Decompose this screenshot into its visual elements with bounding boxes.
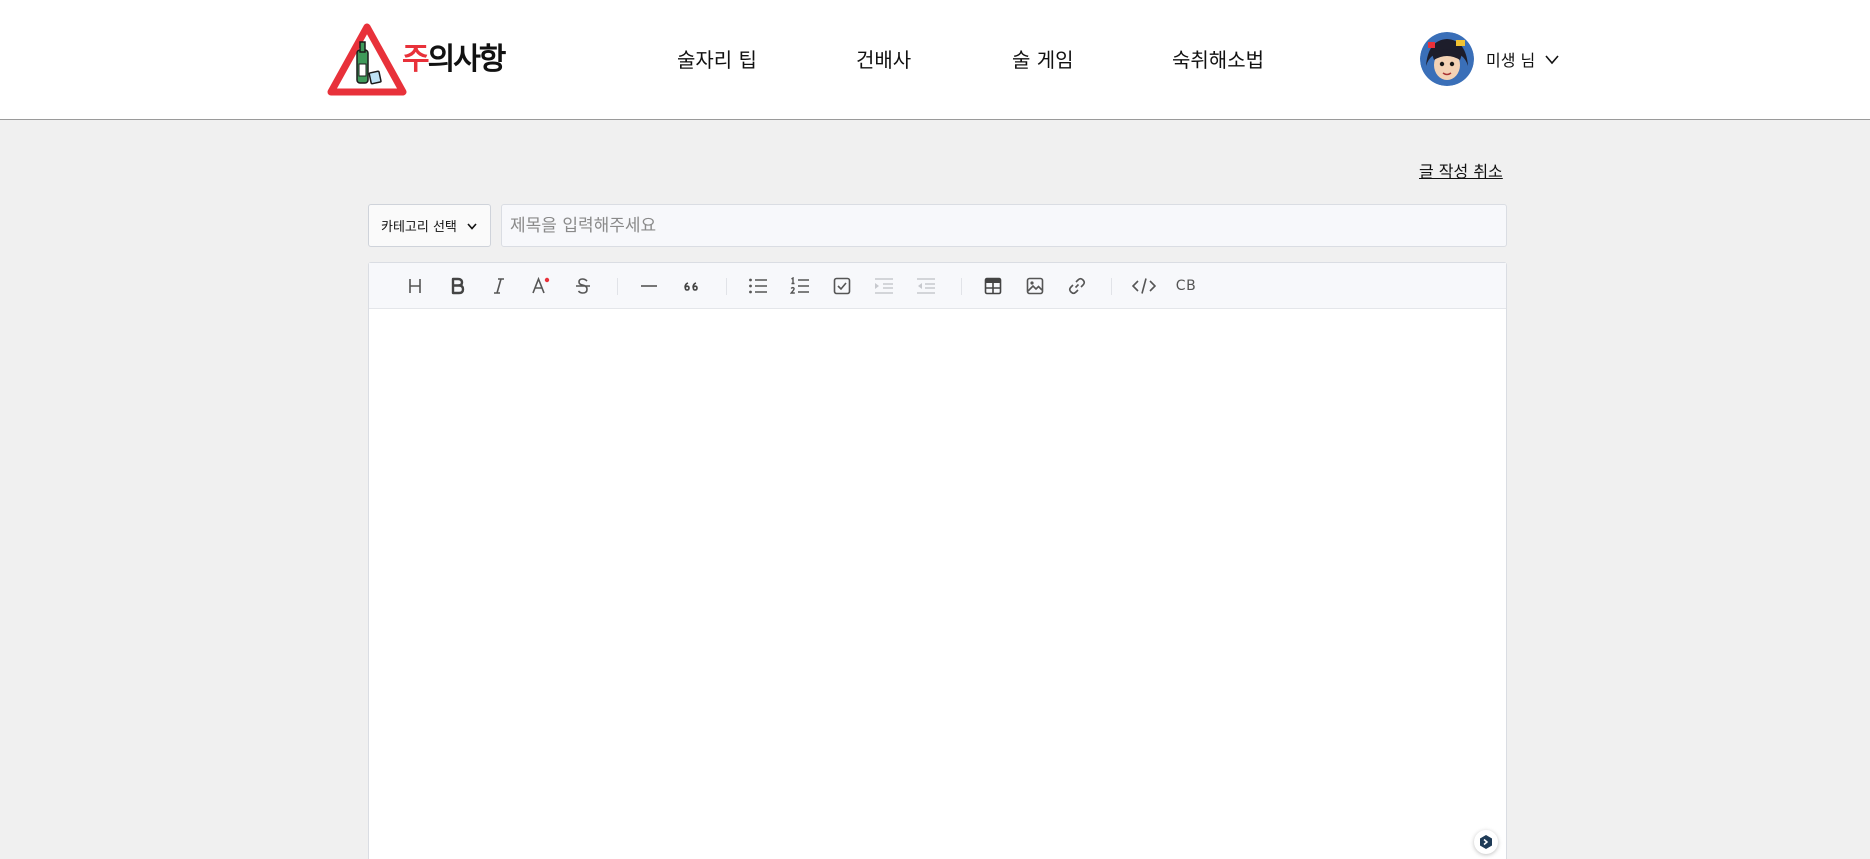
- bold-icon[interactable]: [443, 272, 471, 300]
- toolbar-divider: [961, 278, 962, 295]
- cancel-writing-link[interactable]: 글 작성 취소: [1419, 158, 1503, 182]
- hexagon-arrow-icon: [1480, 835, 1492, 849]
- category-select[interactable]: 카테고리 선택: [368, 204, 491, 247]
- ordered-list-icon[interactable]: [786, 272, 814, 300]
- site-header: 주의사항 술자리 팁 건배사 술 게임 숙취해소법 미생 님: [0, 0, 1870, 120]
- heading-icon[interactable]: [401, 272, 429, 300]
- table-icon[interactable]: [979, 272, 1007, 300]
- nav-drinking-tips[interactable]: 술자리 팁: [677, 44, 757, 73]
- logo-wordmark: 주의사항: [402, 42, 506, 77]
- user-menu[interactable]: 미생 님: [1420, 32, 1559, 86]
- markdown-editor: CB: [368, 262, 1507, 859]
- editor-toolbar: CB: [369, 263, 1506, 309]
- chevron-down-icon: [1545, 55, 1559, 65]
- site-logo[interactable]: 주의사항: [326, 22, 516, 98]
- nav-hangover-cures[interactable]: 숙취해소법: [1172, 44, 1264, 73]
- task-list-icon[interactable]: [828, 272, 856, 300]
- warning-bottle-logo-icon: [327, 23, 407, 96]
- toolbar-divider: [726, 278, 727, 295]
- link-icon[interactable]: [1063, 272, 1091, 300]
- user-name: 미생 님: [1486, 51, 1536, 70]
- strikethrough-icon[interactable]: [569, 272, 597, 300]
- chevron-down-icon: [467, 222, 477, 230]
- nav-drinking-games[interactable]: 술 게임: [1012, 44, 1074, 73]
- codeblock-button[interactable]: CB: [1172, 272, 1200, 300]
- quote-icon[interactable]: [677, 272, 705, 300]
- toolbar-divider: [617, 278, 618, 295]
- assistant-floating-button[interactable]: [1474, 830, 1498, 854]
- bullet-list-icon[interactable]: [744, 272, 772, 300]
- category-select-value: 카테고리 선택: [381, 220, 457, 235]
- editor-content-area[interactable]: [369, 310, 1506, 859]
- title-input[interactable]: [501, 204, 1507, 247]
- italic-icon[interactable]: [485, 272, 513, 300]
- avatar: [1420, 32, 1474, 86]
- image-icon[interactable]: [1021, 272, 1049, 300]
- text-color-icon[interactable]: [527, 272, 555, 300]
- indent-icon[interactable]: [870, 272, 898, 300]
- nav-toasts[interactable]: 건배사: [856, 44, 911, 73]
- toolbar-divider: [1111, 278, 1112, 295]
- code-icon[interactable]: [1130, 272, 1158, 300]
- horizontal-rule-icon[interactable]: [635, 272, 663, 300]
- outdent-icon[interactable]: [912, 272, 940, 300]
